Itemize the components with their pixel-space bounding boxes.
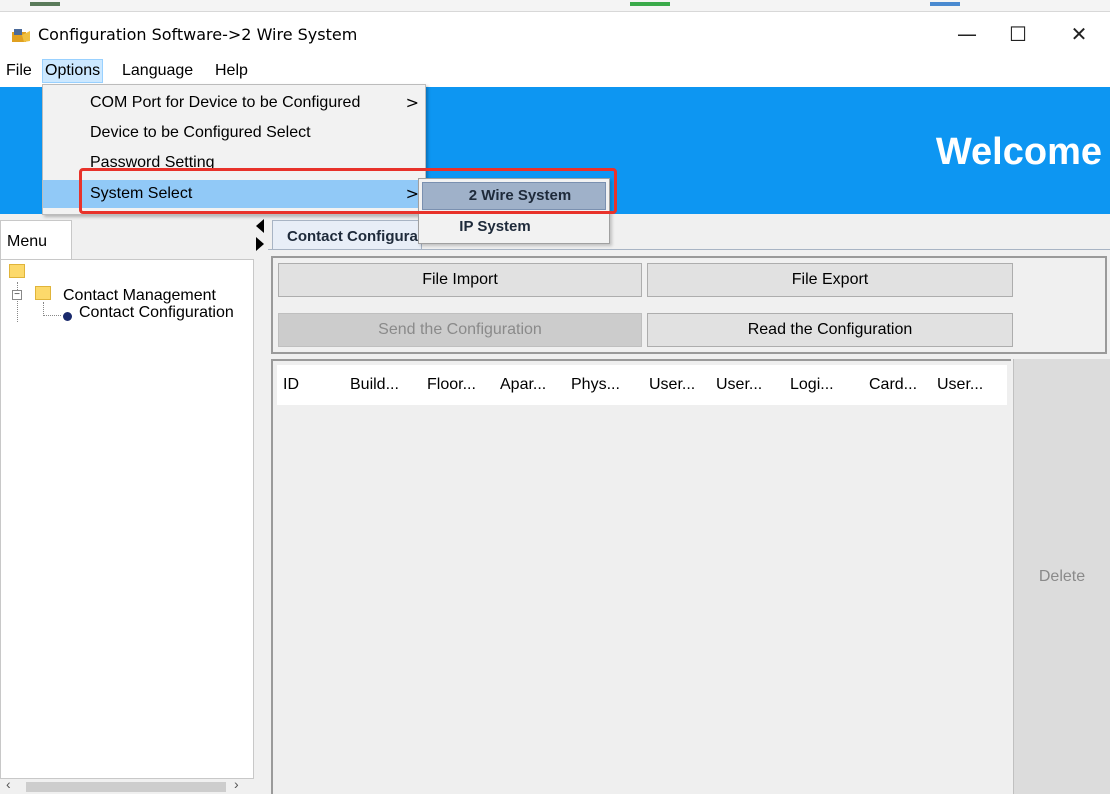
close-button[interactable]: ✕ bbox=[1052, 12, 1106, 56]
menu-item-label: Device to be Configured Select bbox=[90, 124, 311, 141]
background-window-strip bbox=[0, 0, 1110, 12]
menu-options[interactable]: Options bbox=[42, 59, 104, 83]
action-button-group: File Import File Export Send the Configu… bbox=[271, 256, 1107, 354]
background-icon bbox=[630, 2, 670, 6]
right-panel: Contact Configuration File Import File E… bbox=[268, 214, 1110, 794]
minimize-button[interactable]: — bbox=[940, 12, 994, 56]
menu-help[interactable]: Help bbox=[213, 59, 250, 83]
tree-item-contact-configuration[interactable]: Contact Configuration bbox=[79, 304, 234, 322]
welcome-text: Welcome bbox=[935, 131, 1102, 173]
menu-file[interactable]: File bbox=[4, 59, 34, 83]
menu-bar: File Options Language Help bbox=[0, 56, 1110, 86]
delete-button[interactable]: Delete bbox=[1013, 359, 1110, 794]
window-title: Configuration Software->2 Wire System bbox=[38, 25, 358, 44]
left-panel: Menu − Contact Management Contact Config… bbox=[0, 214, 262, 794]
contact-table[interactable]: ID Build... Floor... Apar... Phys... Use… bbox=[271, 359, 1011, 794]
menu-item-device-select[interactable]: Device to be Configured Select bbox=[43, 119, 425, 147]
menu-item-2-wire-system[interactable]: 2 Wire System bbox=[422, 182, 606, 210]
splitter-arrows-icon[interactable] bbox=[256, 219, 264, 251]
close-icon: ✕ bbox=[1070, 22, 1088, 46]
column-header-user-2[interactable]: User... bbox=[716, 365, 762, 405]
menu-item-label: Password Setting bbox=[90, 154, 215, 171]
column-header-logical[interactable]: Logi... bbox=[790, 365, 834, 405]
background-icon bbox=[30, 2, 60, 6]
panel-splitter[interactable] bbox=[254, 214, 268, 794]
maximize-button[interactable]: ☐ bbox=[991, 12, 1045, 56]
folder-icon bbox=[35, 286, 51, 300]
tab-menu[interactable]: Menu bbox=[0, 220, 72, 260]
menu-item-com-port[interactable]: COM Port for Device to be Configured > bbox=[43, 89, 425, 117]
column-header-user-1[interactable]: User... bbox=[649, 365, 695, 405]
tab-contact-configuration[interactable]: Contact Configuration bbox=[272, 220, 422, 250]
column-header-floor[interactable]: Floor... bbox=[427, 365, 476, 405]
file-export-button[interactable]: File Export bbox=[647, 263, 1013, 297]
scrollbar-thumb[interactable] bbox=[26, 782, 226, 792]
collapse-icon[interactable]: − bbox=[12, 290, 22, 300]
background-icon bbox=[930, 2, 960, 6]
minimize-icon: — bbox=[957, 22, 977, 46]
column-header-physical[interactable]: Phys... bbox=[571, 365, 620, 405]
column-header-apartment[interactable]: Apar... bbox=[500, 365, 546, 405]
menu-item-label: System Select bbox=[90, 185, 193, 202]
tab-divider bbox=[268, 249, 1110, 250]
menu-item-password-setting[interactable]: Password Setting bbox=[43, 149, 425, 171]
table-header: ID Build... Floor... Apar... Phys... Use… bbox=[277, 365, 1007, 405]
tree-item-contact-management[interactable]: Contact Management bbox=[63, 287, 216, 305]
column-header-card[interactable]: Card... bbox=[869, 365, 917, 405]
folder-icon bbox=[9, 264, 25, 278]
bullet-icon bbox=[63, 312, 72, 321]
scroll-left-icon[interactable]: ‹ bbox=[6, 776, 11, 792]
column-header-user-3[interactable]: User... bbox=[937, 365, 983, 405]
options-dropdown-menu: COM Port for Device to be Configured > D… bbox=[42, 84, 426, 215]
menu-item-system-select[interactable]: System Select > bbox=[43, 180, 425, 208]
chevron-right-icon: > bbox=[405, 184, 419, 203]
horizontal-scrollbar[interactable]: ‹ › bbox=[0, 776, 254, 794]
menu-item-label: COM Port for Device to be Configured bbox=[90, 94, 361, 111]
scroll-right-icon[interactable]: › bbox=[234, 776, 239, 792]
navigation-tree: − Contact Management Contact Configurati… bbox=[0, 259, 254, 779]
system-select-submenu: 2 Wire System IP System bbox=[418, 178, 610, 244]
menu-language[interactable]: Language bbox=[120, 59, 195, 83]
column-header-id[interactable]: ID bbox=[283, 365, 299, 405]
read-configuration-button[interactable]: Read the Configuration bbox=[647, 313, 1013, 347]
maximize-icon: ☐ bbox=[1009, 22, 1027, 46]
file-import-button[interactable]: File Import bbox=[278, 263, 642, 297]
title-bar: Configuration Software->2 Wire System — … bbox=[0, 12, 1110, 56]
menu-item-ip-system[interactable]: IP System bbox=[422, 213, 606, 241]
app-icon bbox=[12, 29, 30, 42]
column-header-building[interactable]: Build... bbox=[350, 365, 399, 405]
send-configuration-button[interactable]: Send the Configuration bbox=[278, 313, 642, 347]
tree-connector bbox=[43, 302, 61, 316]
chevron-right-icon: > bbox=[405, 93, 419, 112]
